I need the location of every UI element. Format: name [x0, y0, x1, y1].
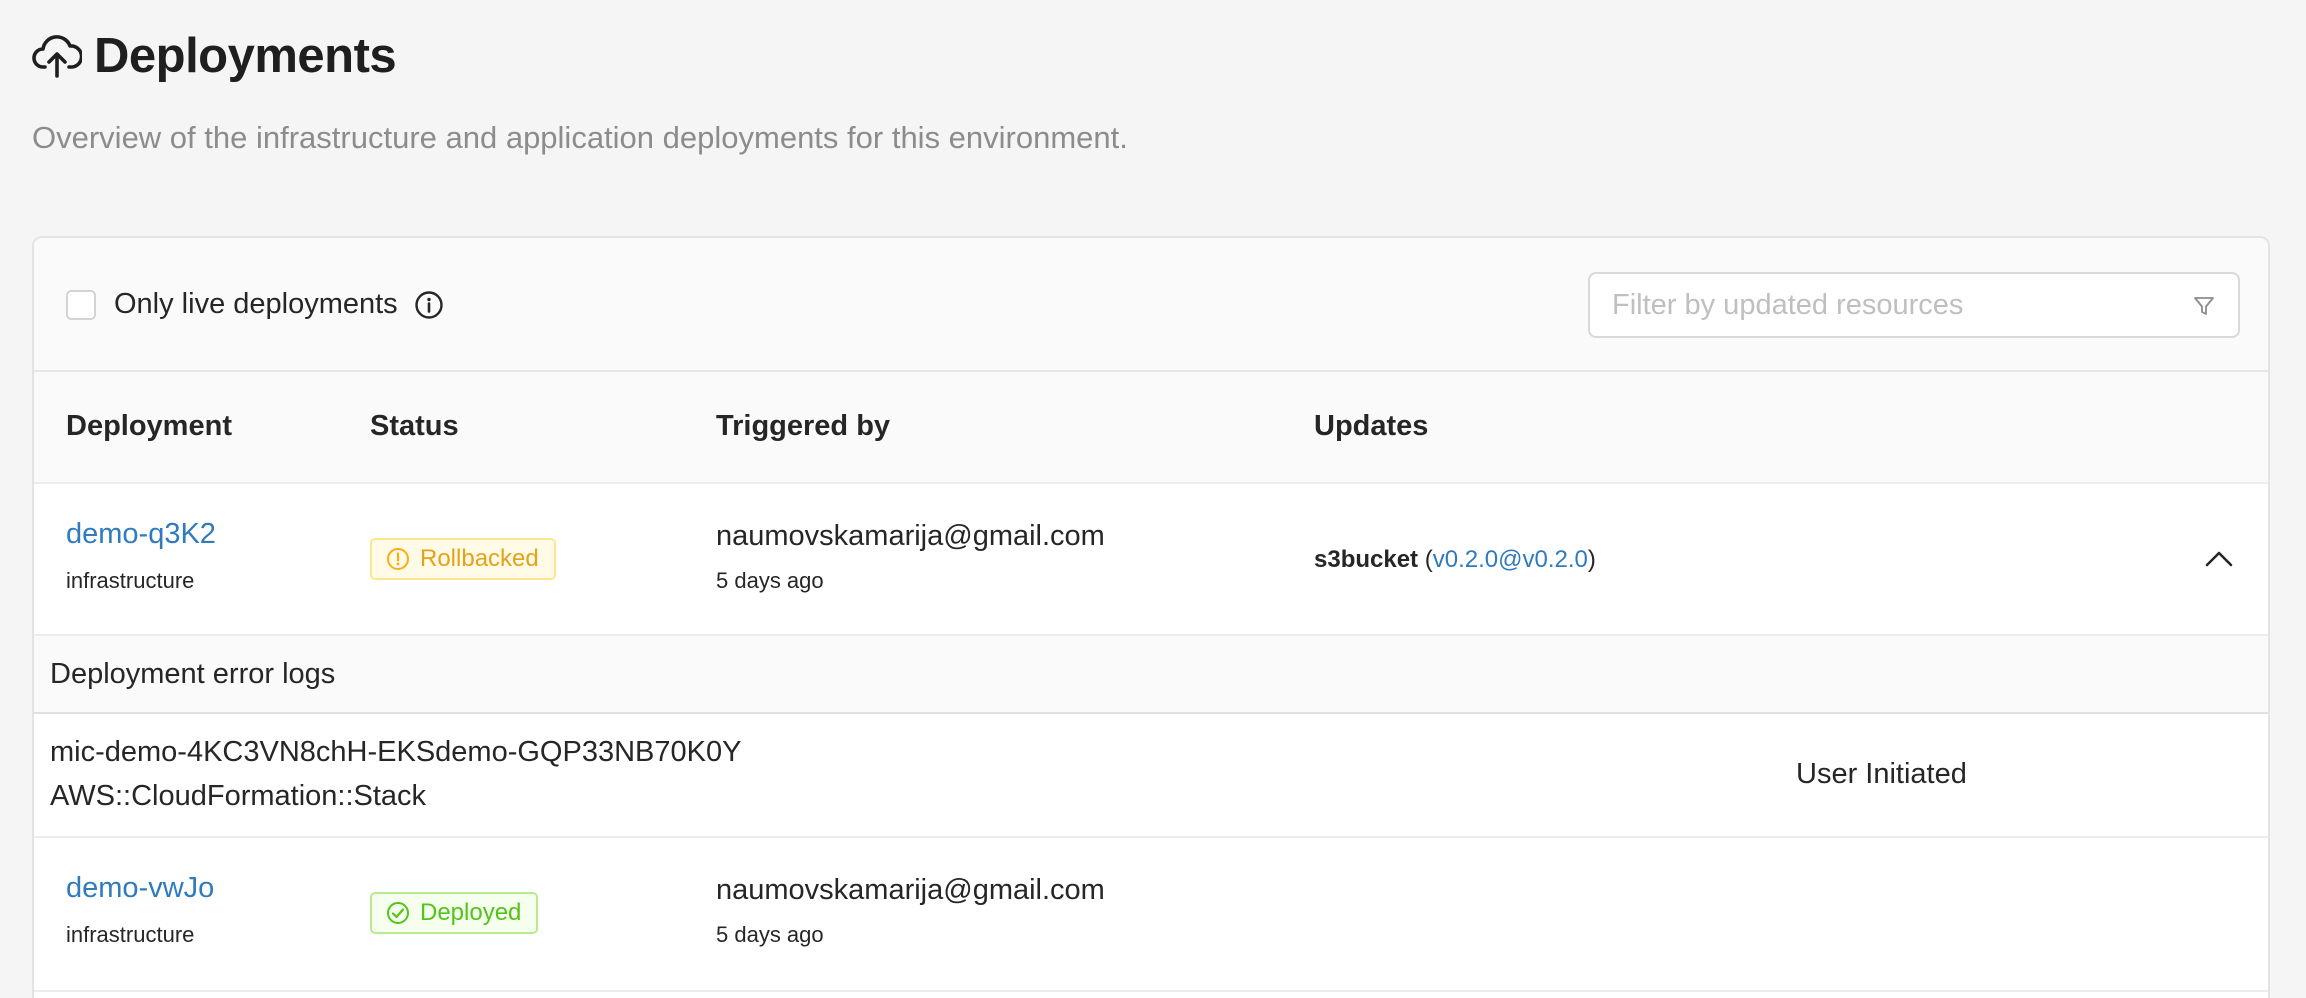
live-only-toggle[interactable]: Only live deployments [66, 288, 444, 321]
chevron-up-icon[interactable] [2204, 546, 2234, 577]
error-logs-header: Deployment error logs [34, 636, 2268, 714]
funnel-icon[interactable] [2192, 294, 2216, 323]
cloud-upload-icon [32, 34, 82, 78]
table-row[interactable]: demo-q3K2 infrastructure Rollbacked naum… [34, 484, 2268, 636]
info-icon[interactable] [414, 290, 444, 320]
check-circle-icon [386, 901, 410, 925]
update-summary: s3bucket (v0.2.0@v0.2.0) [1314, 546, 1596, 573]
table-row[interactable]: demo-vwJo infrastructure Deployed naumov… [34, 838, 2268, 992]
page-header: Deployments [32, 28, 397, 84]
column-header-status: Status [370, 410, 459, 442]
error-log-resource: mic-demo-4KC3VN8chH-EKSdemo-GQP33NB70K0Y [50, 736, 742, 768]
page-subtitle: Overview of the infrastructure and appli… [32, 120, 1128, 155]
triggered-by-email: naumovskamarija@gmail.com [716, 874, 1105, 906]
live-only-checkbox[interactable] [66, 289, 96, 320]
deployments-page: Deployments Overview of the infrastructu… [0, 0, 2306, 998]
column-header-deployment: Deployment [66, 410, 232, 442]
error-log-type: AWS::CloudFormation::Stack [50, 780, 427, 812]
error-log-entry: mic-demo-4KC3VN8chH-EKSdemo-GQP33NB70K0Y… [34, 714, 2268, 838]
deployments-card: Only live deployments Filter by updated … [32, 236, 2270, 998]
page-title: Deployments [94, 29, 397, 83]
status-badge: Rollbacked [370, 538, 556, 580]
live-only-label[interactable]: Only live deployments [114, 288, 398, 321]
triggered-time: 5 days ago [716, 568, 824, 593]
filter-field[interactable] [1588, 272, 2240, 338]
table-header: Deployment Status Triggered by Updates [34, 372, 2268, 484]
deployment-link[interactable]: demo-q3K2 [66, 518, 216, 551]
column-header-updates: Updates [1314, 410, 1429, 442]
table-toolbar: Only live deployments [34, 238, 2268, 372]
error-logs-title: Deployment error logs [50, 658, 336, 690]
column-header-triggered-by: Triggered by [716, 410, 891, 442]
triggered-by-email: naumovskamarija@gmail.com [716, 520, 1105, 552]
error-log-reason: User Initiated [1796, 758, 1967, 790]
update-version-link[interactable]: v0.2.0@v0.2.0 [1433, 546, 1588, 573]
warning-circle-icon [386, 547, 410, 571]
deployment-type: infrastructure [66, 922, 195, 947]
triggered-time: 5 days ago [716, 922, 824, 947]
deployment-link[interactable]: demo-vwJo [66, 872, 214, 905]
status-badge: Deployed [370, 892, 539, 934]
deployment-type: infrastructure [66, 568, 195, 593]
status-label: Deployed [420, 899, 522, 926]
filter-input[interactable] [1590, 287, 2184, 323]
update-resource: s3bucket [1314, 546, 1419, 573]
status-label: Rollbacked [420, 545, 539, 572]
